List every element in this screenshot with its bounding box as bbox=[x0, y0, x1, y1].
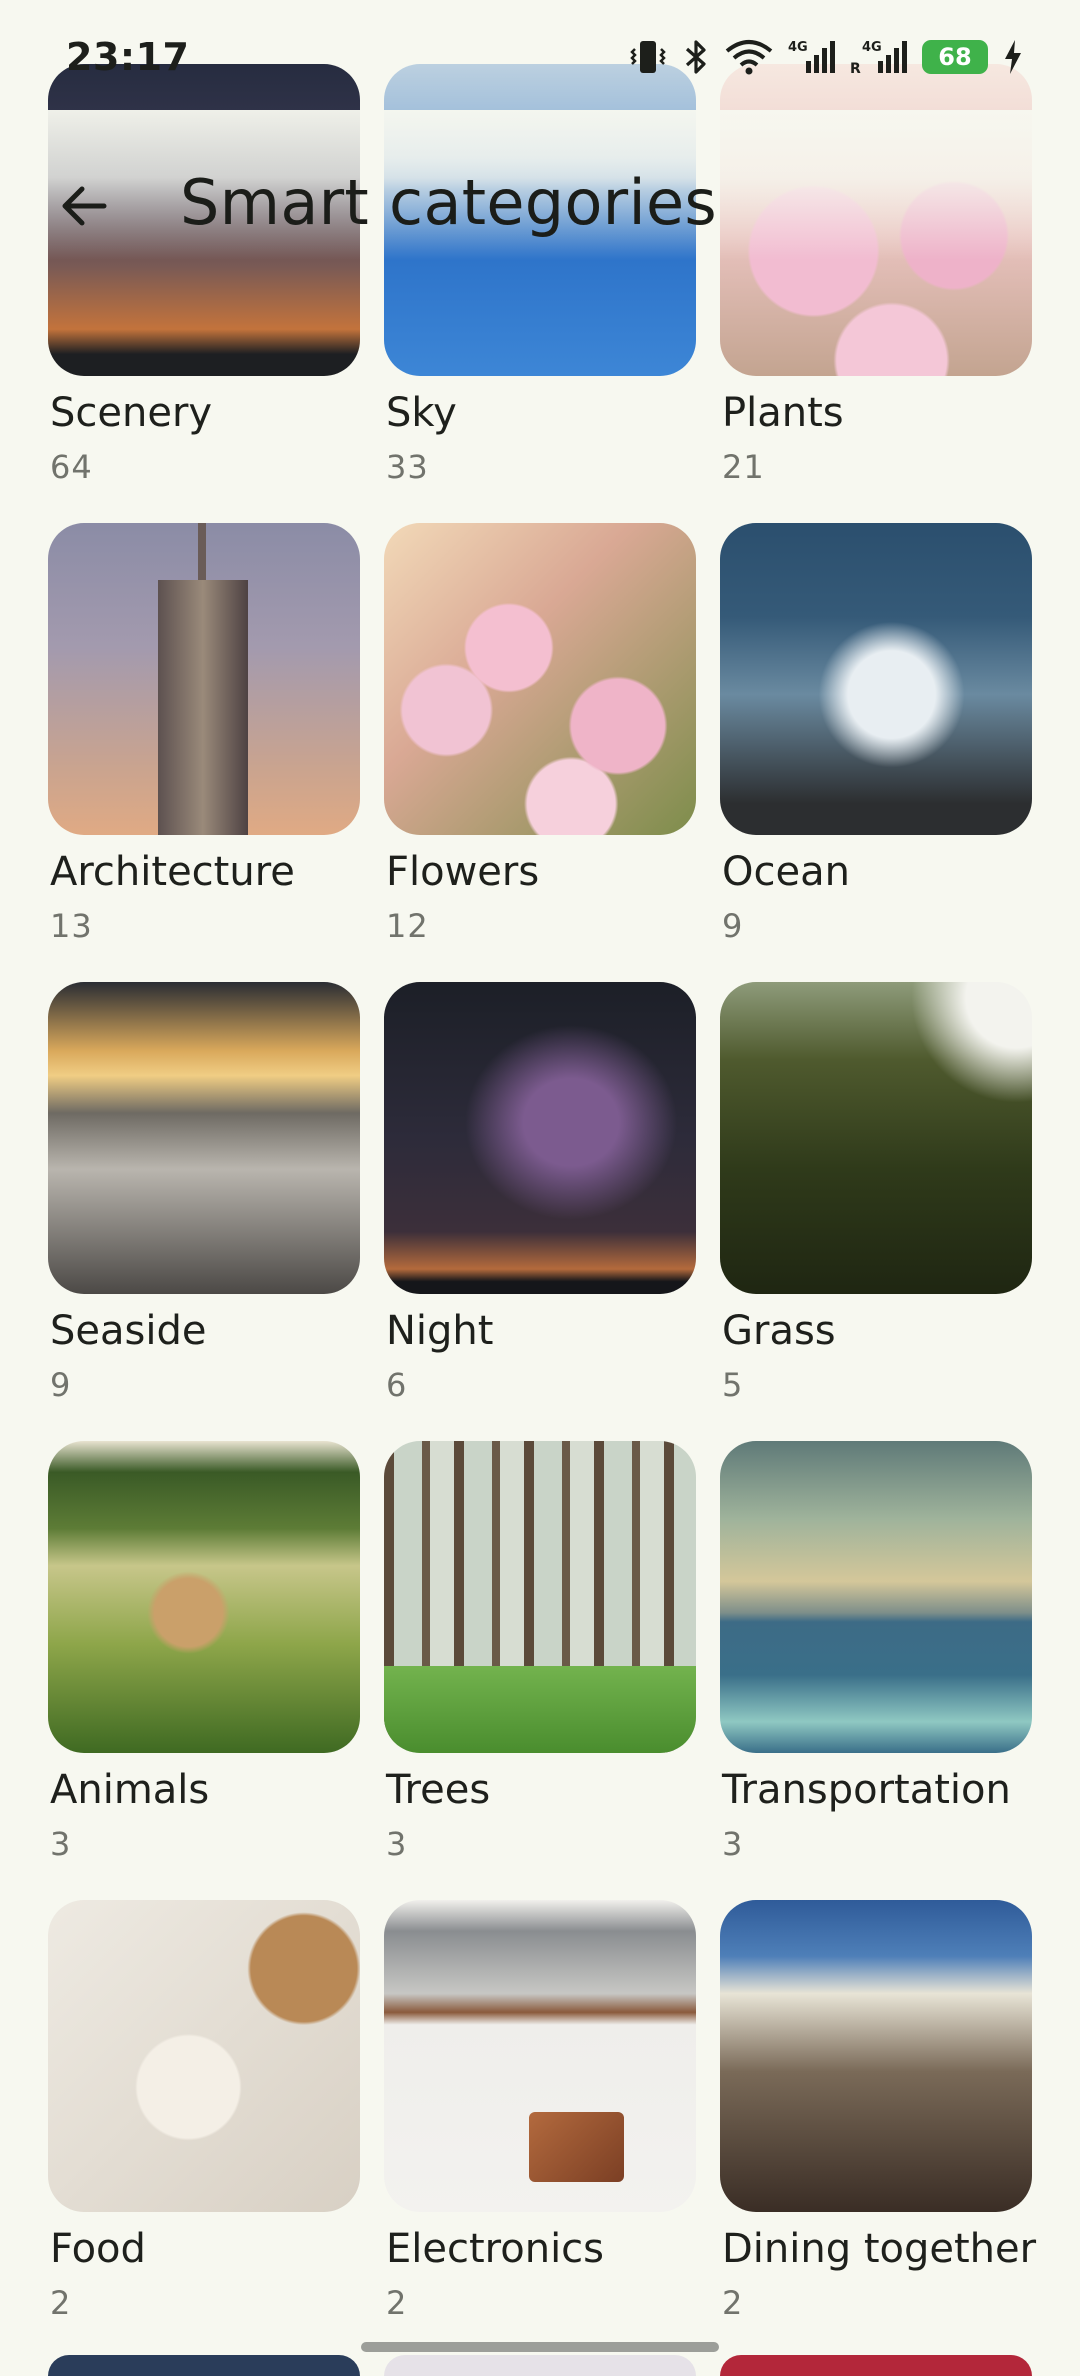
signal-4g-roaming-icon: R 4G bbox=[850, 37, 908, 77]
category-count: 2 bbox=[722, 2284, 744, 2322]
category-name: Seaside bbox=[50, 1308, 207, 1354]
category-name: Ocean bbox=[722, 849, 850, 895]
category-name: Flowers bbox=[386, 849, 540, 895]
category-thumbnail-peek[interactable] bbox=[384, 2355, 696, 2376]
category-thumbnail bbox=[384, 523, 696, 835]
category-card-flowers[interactable]: Flowers 12 bbox=[384, 523, 696, 945]
category-name: Architecture bbox=[50, 849, 295, 895]
top-app-bar: Smart categories bbox=[0, 110, 1080, 260]
status-icons: 4G R 4G 68 bbox=[628, 37, 1024, 77]
category-name: Transportation bbox=[722, 1767, 1011, 1813]
category-count: 3 bbox=[50, 1825, 72, 1863]
vibrate-icon bbox=[628, 37, 668, 77]
category-name: Trees bbox=[386, 1767, 491, 1813]
category-count: 6 bbox=[386, 1366, 408, 1404]
category-count: 9 bbox=[722, 907, 744, 945]
wifi-icon bbox=[724, 37, 774, 77]
category-card-animals[interactable]: Animals 3 bbox=[48, 1441, 360, 1863]
category-count: 5 bbox=[722, 1366, 744, 1404]
category-name: Animals bbox=[50, 1767, 210, 1813]
network-type-label: 4G bbox=[788, 40, 808, 55]
category-card-ocean[interactable]: Ocean 9 bbox=[720, 523, 1032, 945]
category-count: 12 bbox=[386, 907, 429, 945]
category-thumbnail bbox=[720, 1441, 1032, 1753]
battery-icon: 68 bbox=[922, 40, 988, 74]
category-count: 2 bbox=[386, 2284, 408, 2322]
category-thumbnail bbox=[48, 982, 360, 1294]
category-card-food[interactable]: Food 2 bbox=[48, 1900, 360, 2322]
category-count: 21 bbox=[722, 448, 765, 486]
category-card-night[interactable]: Night 6 bbox=[384, 982, 696, 1404]
network-type-label: 4G bbox=[862, 40, 882, 55]
bluetooth-icon bbox=[682, 37, 710, 77]
category-thumbnail-peek[interactable] bbox=[720, 2355, 1032, 2376]
category-card-grass[interactable]: Grass 5 bbox=[720, 982, 1032, 1404]
page-title: Smart categories bbox=[180, 166, 718, 239]
category-count: 2 bbox=[50, 2284, 72, 2322]
category-card-architecture[interactable]: Architecture 13 bbox=[48, 523, 360, 945]
category-thumbnail bbox=[720, 982, 1032, 1294]
category-thumbnail bbox=[720, 1900, 1032, 2212]
category-count: 3 bbox=[722, 1825, 744, 1863]
status-time: 23:17 bbox=[66, 35, 190, 79]
category-thumbnail-peek[interactable] bbox=[48, 2355, 360, 2376]
category-name: Scenery bbox=[50, 390, 213, 436]
category-card-electronics[interactable]: Electronics 2 bbox=[384, 1900, 696, 2322]
category-name: Electronics bbox=[386, 2226, 605, 2272]
category-card-seaside[interactable]: Seaside 9 bbox=[48, 982, 360, 1404]
category-name: Plants bbox=[722, 390, 844, 436]
category-thumbnail bbox=[48, 1441, 360, 1753]
category-thumbnail bbox=[384, 1900, 696, 2212]
category-card-trees[interactable]: Trees 3 bbox=[384, 1441, 696, 1863]
gesture-home-indicator[interactable] bbox=[361, 2342, 719, 2352]
category-thumbnail bbox=[720, 523, 1032, 835]
category-name: Dining together bbox=[722, 2226, 1037, 2272]
roaming-label: R bbox=[850, 61, 861, 77]
category-name: Grass bbox=[722, 1308, 836, 1354]
charging-icon bbox=[1002, 37, 1024, 77]
category-thumbnail bbox=[384, 1441, 696, 1753]
category-count: 33 bbox=[386, 448, 429, 486]
category-card-dining-together[interactable]: Dining together 2 bbox=[720, 1900, 1036, 2322]
arrow-left-icon bbox=[62, 186, 107, 226]
category-count: 64 bbox=[50, 448, 93, 486]
signal-4g-icon: 4G bbox=[788, 37, 836, 77]
category-name: Sky bbox=[386, 390, 457, 436]
category-thumbnail bbox=[48, 1900, 360, 2212]
category-card-transportation[interactable]: Transportation 3 bbox=[720, 1441, 1032, 1863]
status-bar: 23:17 4G R 4G 68 bbox=[0, 0, 1080, 110]
category-thumbnail bbox=[384, 982, 696, 1294]
category-name: Night bbox=[386, 1308, 494, 1354]
back-button[interactable] bbox=[48, 170, 120, 242]
category-name: Food bbox=[50, 2226, 146, 2272]
category-count: 9 bbox=[50, 1366, 72, 1404]
category-thumbnail bbox=[48, 523, 360, 835]
smart-categories-screen: 23:17 4G R 4G 68 Smart categories Scener… bbox=[0, 0, 1080, 2376]
category-count: 3 bbox=[386, 1825, 408, 1863]
category-count: 13 bbox=[50, 907, 93, 945]
